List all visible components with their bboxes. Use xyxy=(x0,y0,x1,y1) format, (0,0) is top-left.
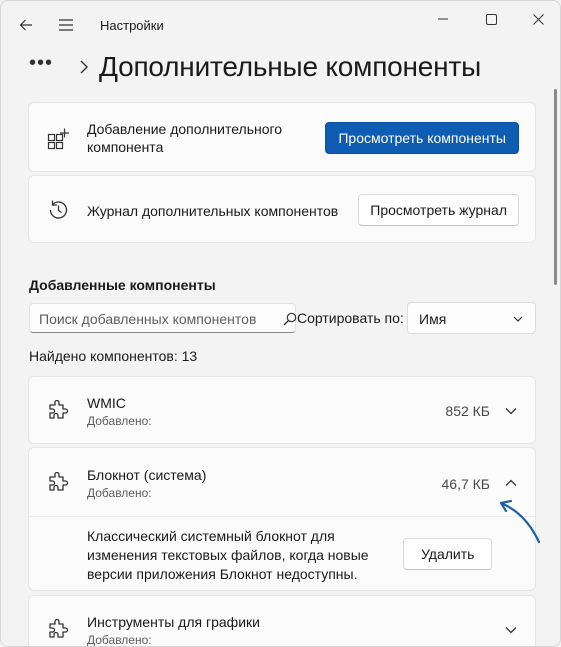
chevron-right-icon xyxy=(69,60,99,74)
chevron-down-icon xyxy=(505,627,517,634)
minimize-button[interactable] xyxy=(420,7,466,31)
history-icon xyxy=(49,200,68,219)
puzzle-icon xyxy=(49,472,69,491)
sort-value: Имя xyxy=(419,311,447,327)
feature-size: 852 КБ xyxy=(445,403,490,419)
add-feature-label: Добавление дополнительного компонента xyxy=(87,121,283,155)
feature-name: Инструменты для графики xyxy=(87,614,260,630)
sort-dropdown[interactable]: Имя xyxy=(407,302,536,334)
hamburger-icon xyxy=(59,19,73,31)
feature-item-notepad[interactable]: Блокнот (система) Добавлено: 46,7 КБ xyxy=(28,447,536,517)
feature-added-date: Добавлено: xyxy=(87,414,152,428)
remove-button[interactable]: Удалить xyxy=(403,538,493,570)
search-input[interactable] xyxy=(39,309,279,329)
app-title: Настройки xyxy=(100,18,164,33)
feature-added-date: Добавлено: xyxy=(87,486,152,500)
search-box[interactable] xyxy=(29,303,297,333)
maximize-icon xyxy=(485,13,497,25)
add-feature-card: Добавление дополнительного компонента Пр… xyxy=(28,102,536,172)
view-history-button[interactable]: Просмотреть журнал xyxy=(358,194,519,226)
feature-details-notepad: Классический системный блокнот для измен… xyxy=(28,516,536,591)
installed-features-heading: Добавленные компоненты xyxy=(29,277,216,293)
feature-name: Блокнот (система) xyxy=(87,467,207,483)
collapse-button[interactable] xyxy=(499,471,523,495)
sort-label: Сортировать по: xyxy=(297,310,404,326)
search-icon xyxy=(283,312,297,326)
expand-button[interactable] xyxy=(499,399,523,423)
feature-history-label: Журнал дополнительных компонентов xyxy=(87,203,339,219)
puzzle-icon xyxy=(49,400,69,419)
scrollbar-thumb[interactable] xyxy=(554,89,557,285)
found-count: Найдено компонентов: 13 xyxy=(29,348,198,364)
chevron-down-icon xyxy=(513,316,523,322)
feature-added-date: Добавлено: xyxy=(87,633,152,647)
add-grid-icon xyxy=(47,128,69,150)
back-button[interactable] xyxy=(10,9,42,41)
maximize-button[interactable] xyxy=(468,7,514,31)
close-button[interactable] xyxy=(515,7,560,31)
expand-button[interactable] xyxy=(499,618,523,642)
chevron-up-icon xyxy=(505,479,517,486)
page-title: Дополнительные компоненты xyxy=(99,51,481,82)
arrow-left-icon xyxy=(19,19,32,31)
breadcrumb-overflow-button[interactable]: ••• xyxy=(29,52,69,75)
view-features-button[interactable]: Просмотреть компоненты xyxy=(325,122,519,154)
settings-window: Настройки ••• Дополнительные компоненты … xyxy=(0,0,561,647)
feature-description: Классический системный блокнот для измен… xyxy=(87,528,369,582)
annotation-arrow-icon xyxy=(499,499,541,544)
title-bar: Настройки xyxy=(1,1,560,49)
nav-menu-button[interactable] xyxy=(50,9,82,41)
feature-name: WMIC xyxy=(87,395,126,411)
feature-item-graphics-tools[interactable]: Инструменты для графики Добавлено: xyxy=(28,595,536,647)
close-icon xyxy=(532,13,544,25)
breadcrumb: ••• Дополнительные компоненты xyxy=(29,47,481,87)
chevron-down-icon xyxy=(505,408,517,415)
feature-history-card: Журнал дополнительных компонентов Просмо… xyxy=(28,175,536,243)
minimize-icon xyxy=(438,18,448,20)
feature-item-wmic[interactable]: WMIC Добавлено: 852 КБ xyxy=(28,376,536,444)
feature-size: 46,7 КБ xyxy=(441,476,490,492)
puzzle-icon xyxy=(49,619,69,638)
